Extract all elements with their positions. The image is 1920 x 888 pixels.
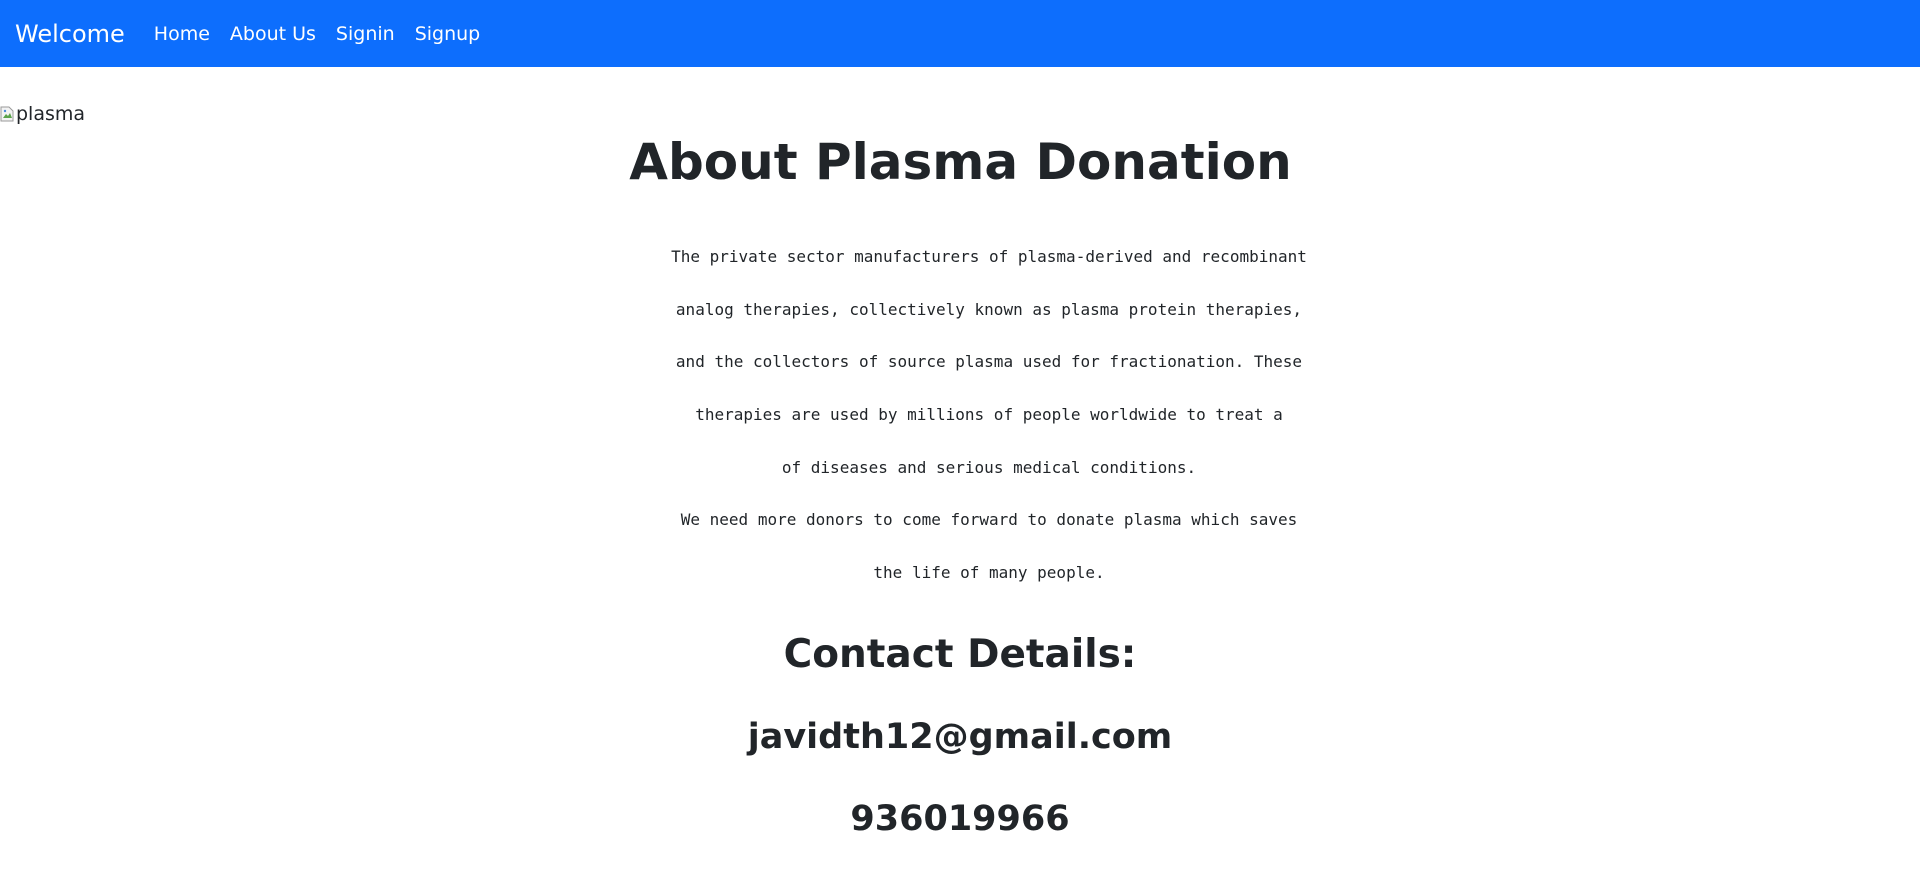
nav-link-signin[interactable]: Signin bbox=[336, 23, 395, 45]
title-wrapper: About Plasma Donation bbox=[0, 130, 1920, 194]
main-content: About Plasma Donation The private sector… bbox=[0, 130, 1920, 842]
brand-link[interactable]: Welcome bbox=[15, 20, 125, 48]
description-line: therapies are used by millions of people… bbox=[695, 405, 1283, 425]
description-line: analog therapies, collectively known as … bbox=[675, 299, 1303, 319]
nav-link-home[interactable]: Home bbox=[154, 23, 210, 45]
about-description: The private sector manufacturers of plas… bbox=[659, 218, 1319, 612]
contact-heading: Contact Details: bbox=[783, 632, 1137, 678]
description-line: and the collectors of source plasma used… bbox=[675, 352, 1303, 372]
nav-link-signup[interactable]: Signup bbox=[415, 23, 481, 45]
top-navbar: Welcome Home About Us Signin Signup bbox=[0, 0, 1920, 67]
contact-phone: 936019966 bbox=[850, 799, 1070, 840]
description-line: The private sector manufacturers of plas… bbox=[671, 247, 1307, 267]
plasma-image: plasma bbox=[0, 103, 85, 125]
description-line: the life of many people. bbox=[873, 562, 1105, 582]
nav-links: Home About Us Signin Signup bbox=[154, 23, 500, 45]
nav-link-about-us[interactable]: About Us bbox=[230, 23, 316, 45]
description-line: of diseases and serious medical conditio… bbox=[781, 457, 1197, 477]
contact-email: javidth12@gmail.com bbox=[747, 717, 1173, 758]
page-title: About Plasma Donation bbox=[629, 133, 1292, 191]
broken-image-icon bbox=[0, 106, 14, 122]
plasma-image-alt-text: plasma bbox=[16, 103, 86, 125]
description-line: We need more donors to come forward to d… bbox=[680, 510, 1298, 530]
